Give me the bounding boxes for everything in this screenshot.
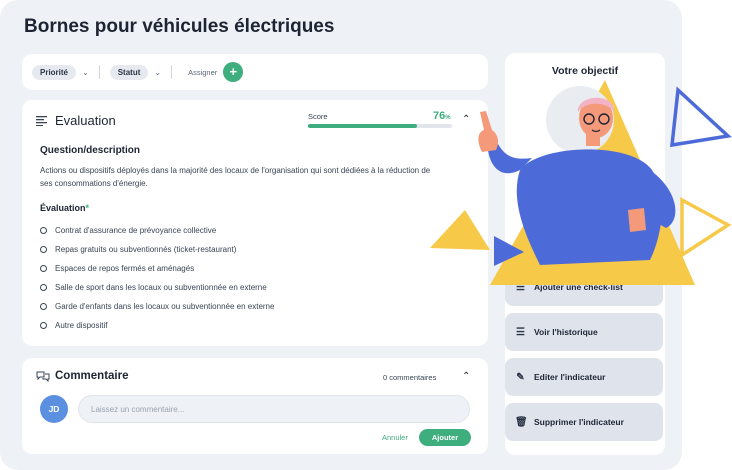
document-lines-icon [36,115,47,126]
avatar: JD [40,395,68,423]
list-icon: ☰ [516,326,525,338]
divider [98,65,100,79]
edit-indicator-button[interactable]: ✎ Editer l'indicateur [505,358,663,396]
action-label: Voir l'historique [534,327,598,337]
option-label: Autre dispositif [55,321,108,330]
priority-dropdown[interactable]: Priorité [32,64,77,80]
action-label: Supprimer l'indicateur [534,417,624,427]
score-value: 76% [433,110,451,122]
radio-button[interactable] [40,303,47,310]
radio-button[interactable] [40,227,47,234]
option-item[interactable]: Contrat d'assurance de prévoyance collec… [40,221,274,240]
divider [171,65,173,79]
chevron-up-icon[interactable]: ⌃ [462,114,470,125]
question-heading: Question/description [40,145,141,156]
option-label: Espaces de repos fermés et aménagés [55,264,195,273]
option-label: Garde d'enfants dans les locaux ou subve… [55,302,275,311]
comment-title: Commentaire [55,370,129,382]
evaluation-heading-label: Évaluation [40,203,86,213]
evaluation-options: Contrat d'assurance de prévoyance collec… [40,221,274,335]
assign-add-button[interactable]: + [223,62,244,82]
option-label: Salle de sport dans les locaux ou subven… [55,283,267,292]
option-item[interactable]: Garde d'enfants dans les locaux ou subve… [40,297,274,316]
chat-bubbles-icon [36,371,50,382]
app-window: Bornes pour véhicules électriques Priori… [0,0,682,470]
comment-input[interactable] [78,395,470,423]
radio-button[interactable] [40,246,47,253]
objective-title: Votre objectif [551,65,619,77]
score-unit: % [445,115,451,121]
list-icon: ☰ [516,281,525,293]
required-marker: * [85,203,90,213]
option-item[interactable]: Autre dispositif [40,316,274,335]
trash-icon: 🗑 [515,416,528,428]
evaluation-heading: Évaluation* [40,203,89,213]
evaluation-title: Evaluation [55,113,116,128]
evaluation-header: Evaluation [36,113,116,128]
radio-button[interactable] [40,265,47,272]
option-label: Repas gratuits ou subventionnés (ticket-… [55,245,237,254]
yellow-outline-triangle-shape [680,197,732,259]
radio-button[interactable] [40,322,47,329]
status-dropdown[interactable]: Statut [109,64,149,80]
comment-header: Commentaire [36,370,129,382]
option-item[interactable]: Espaces de repos fermés et aménagés [40,259,274,278]
page-title: Bornes pour véhicules électriques [24,16,335,37]
actions-label: ions [523,251,541,261]
chevron-down-icon[interactable]: ⌄ [154,68,161,77]
action-label: Editer l'indicateur [534,372,606,382]
score-progress-fill [308,124,418,128]
action-label: Ajouter une check-list [534,282,623,292]
radio-button[interactable] [40,284,47,291]
score-progress-bar [308,124,452,128]
score-number: 76 [433,110,446,122]
assign-label: Assigner [188,67,218,77]
view-history-button[interactable]: ☰ Voir l'historique [505,313,663,351]
comment-card: Commentaire 0 commentaires ⌃ JD Annuler … [22,358,488,454]
delete-indicator-button[interactable]: 🗑 Supprimer l'indicateur [505,403,663,441]
toolbar: Priorité ⌄ Statut ⌄ Assigner + [22,54,488,90]
comment-count: 0 commentaires [383,373,437,382]
evaluation-card: Evaluation Score 76% ⌃ Question/descript… [22,100,488,346]
score-label: Score [308,112,328,121]
chevron-down-icon[interactable]: ⌄ [82,68,89,77]
edit-icon: ✎ [516,371,525,383]
add-checklist-button[interactable]: ☰ Ajouter une check-list [505,268,663,306]
option-item[interactable]: Repas gratuits ou subventionnés (ticket-… [40,240,274,259]
add-comment-button[interactable]: Ajouter [419,429,471,446]
option-item[interactable]: Salle de sport dans les locaux ou subven… [40,278,274,297]
cancel-button[interactable]: Annuler [382,433,408,442]
question-text: Actions ou dispositifs déployés dans la … [40,166,431,188]
option-label: Contrat d'assurance de prévoyance collec… [55,226,217,235]
chevron-up-icon[interactable]: ⌃ [462,371,470,382]
